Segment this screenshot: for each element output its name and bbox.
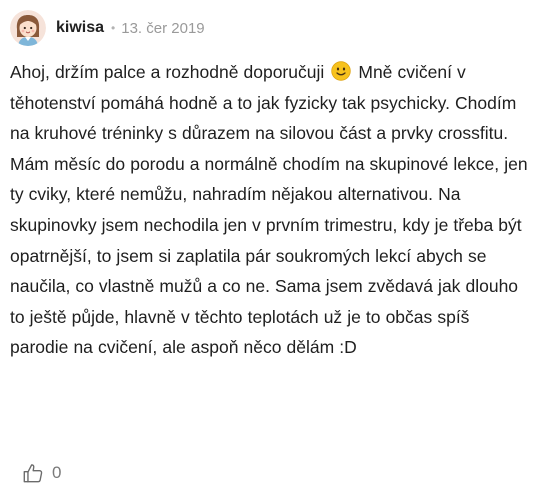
- like-button[interactable]: 0: [22, 462, 61, 484]
- comment-header: kiwisa • 13. čer 2019: [10, 8, 205, 48]
- comment-footer: 0: [22, 462, 61, 484]
- author-name[interactable]: kiwisa: [56, 19, 104, 37]
- girl-avatar-icon: [10, 10, 46, 46]
- comment-date: 13. čer 2019: [121, 19, 205, 37]
- meta-separator: •: [111, 21, 116, 35]
- comment-body: Ahoj, držím palce a rozhodně doporučuji …: [10, 57, 530, 363]
- avatar[interactable]: [10, 10, 46, 46]
- comment-text-rest: Mně cvičení v těhotenství pomáhá hodně a…: [10, 62, 528, 358]
- like-count: 0: [52, 463, 62, 482]
- thumbs-up-icon: [23, 464, 43, 483]
- comment-text-start: Ahoj, držím palce a rozhodně doporučuji: [10, 62, 325, 82]
- slightly-smiling-face-emoji: [331, 61, 352, 81]
- comment-card: kiwisa • 13. čer 2019 Ahoj, držím palce …: [0, 0, 538, 497]
